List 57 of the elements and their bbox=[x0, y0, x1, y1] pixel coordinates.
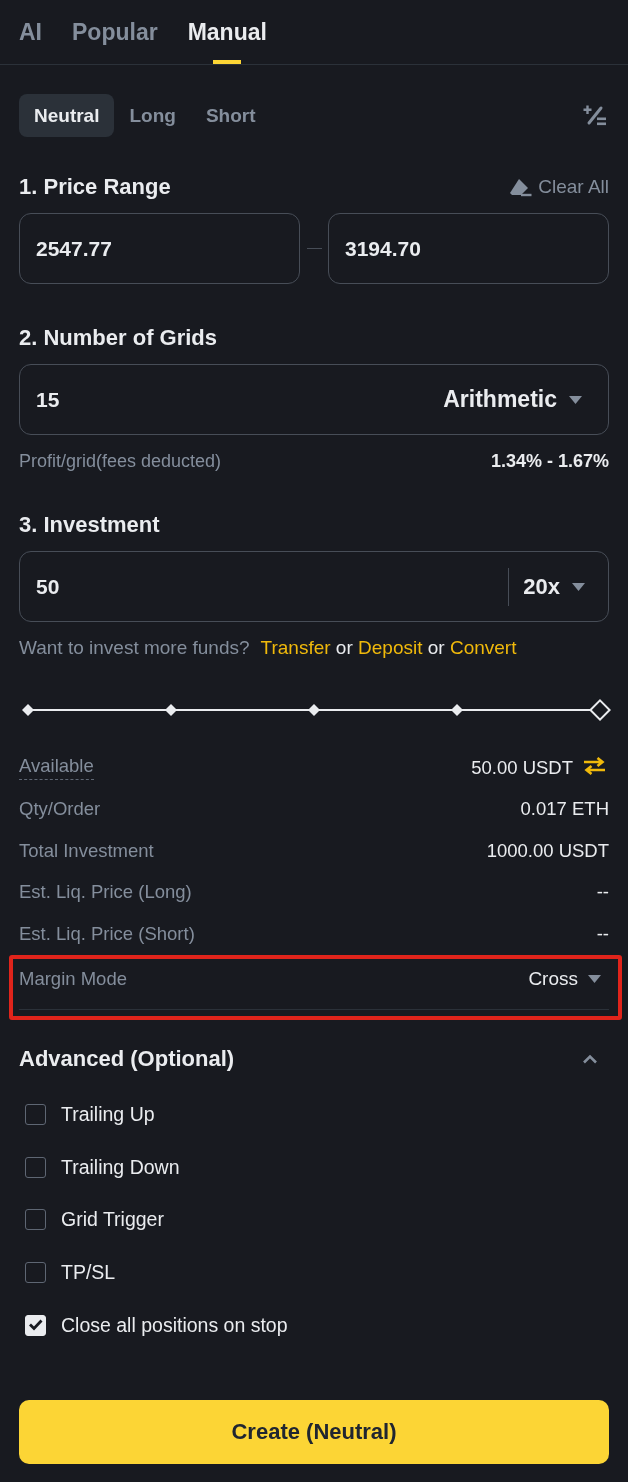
checkbox[interactable] bbox=[25, 1262, 46, 1284]
checkbox-label[interactable]: Grid Trigger bbox=[61, 1208, 164, 1232]
slider-stop-icon bbox=[22, 704, 34, 716]
summary-label: Est. Liq. Price (Long) bbox=[19, 881, 192, 904]
summary-value: 1000.00 USDT bbox=[486, 839, 609, 862]
checkbox[interactable] bbox=[25, 1103, 46, 1125]
checkbox-label[interactable]: TP/SL bbox=[61, 1261, 116, 1285]
summary-label[interactable]: Available bbox=[19, 755, 94, 781]
create-button[interactable]: Create (Neutral) bbox=[19, 1399, 609, 1464]
caret-icon bbox=[588, 975, 601, 984]
checkbox-label[interactable]: Trailing Down bbox=[61, 1155, 180, 1179]
summary-label: Total Investment bbox=[19, 839, 154, 862]
checkbox-label[interactable]: Trailing Up bbox=[61, 1102, 155, 1126]
eraser-icon bbox=[509, 177, 533, 197]
tab[interactable]: AI bbox=[19, 0, 42, 64]
grid-type-select[interactable]: Arithmetic bbox=[443, 386, 582, 413]
section-title: Advanced (Optional) bbox=[19, 1046, 235, 1072]
checkbox[interactable] bbox=[25, 1209, 46, 1231]
profit-value: 1.34% - 1.67% bbox=[490, 450, 609, 472]
caret-icon bbox=[572, 582, 585, 591]
direction-tab[interactable]: Long bbox=[114, 94, 191, 137]
summary-value: 50.00 USDT bbox=[471, 756, 573, 779]
slider-stop-icon bbox=[165, 704, 177, 716]
price-input[interactable]: 2547.77 bbox=[19, 213, 300, 284]
summary-label: Margin Mode bbox=[19, 968, 127, 991]
summary-label: Qty/Order bbox=[19, 798, 101, 821]
funds-link[interactable]: Deposit bbox=[358, 637, 423, 658]
profit-label: Profit/grid(fees deducted) bbox=[19, 450, 222, 472]
direction-tab[interactable]: Neutral bbox=[19, 94, 115, 137]
plus-equals-icon[interactable] bbox=[583, 105, 606, 126]
checkbox-label[interactable]: Close all positions on stop bbox=[61, 1313, 288, 1337]
funds-link[interactable]: Transfer bbox=[260, 637, 331, 658]
swap-arrows-icon[interactable] bbox=[583, 756, 606, 775]
slider-stop-icon bbox=[308, 704, 320, 716]
direction-tab[interactable]: Short bbox=[190, 94, 271, 137]
funds-prompt: Want to invest more funds? Transfer or Deposit or Convert bbox=[19, 637, 517, 659]
slider-thumb[interactable] bbox=[589, 699, 611, 721]
grid-count-input[interactable]: 15 Arithmetic bbox=[19, 364, 609, 435]
section-title: 2. Number of Grids bbox=[19, 325, 218, 351]
section-title: 1. Price Range bbox=[19, 174, 171, 200]
summary-value: -- bbox=[596, 881, 609, 904]
clear-all-button[interactable]: Clear All bbox=[509, 176, 609, 198]
section-title: 3. Investment bbox=[19, 512, 160, 538]
chevron-icon[interactable] bbox=[582, 1054, 598, 1064]
tab[interactable]: Popular bbox=[72, 0, 158, 64]
checkbox[interactable] bbox=[25, 1156, 46, 1178]
summary-value: 0.017 ETH bbox=[520, 798, 609, 821]
slider-stop-icon bbox=[451, 704, 463, 716]
margin-mode-select[interactable]: Cross bbox=[528, 968, 601, 991]
tab[interactable]: Manual bbox=[187, 0, 267, 64]
caret-icon bbox=[569, 395, 582, 404]
leverage-select[interactable]: 20x bbox=[523, 573, 585, 600]
funds-link[interactable]: Convert bbox=[449, 637, 517, 658]
investment-input[interactable]: 50 20x bbox=[19, 551, 609, 622]
summary-label: Est. Liq. Price (Short) bbox=[19, 922, 195, 945]
summary-value: -- bbox=[596, 922, 609, 945]
price-input[interactable]: 3194.70 bbox=[328, 213, 609, 284]
